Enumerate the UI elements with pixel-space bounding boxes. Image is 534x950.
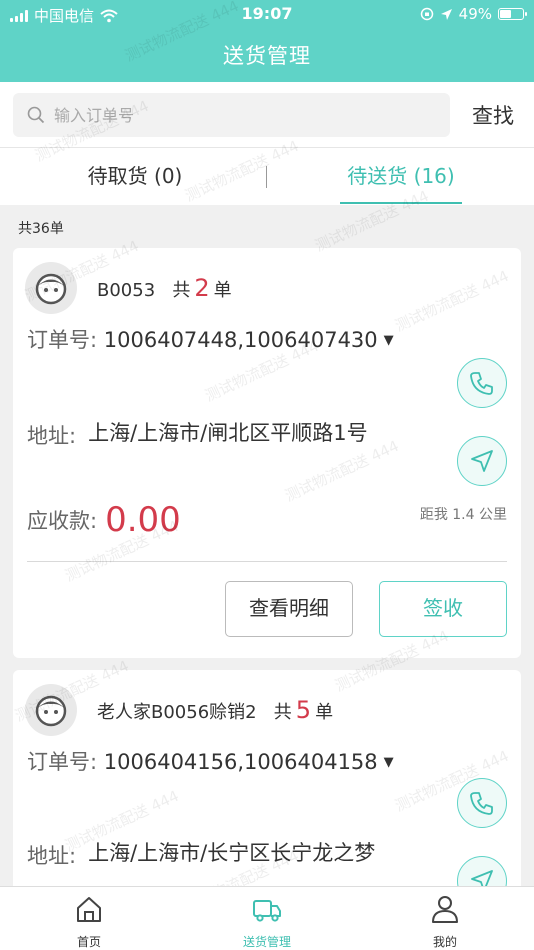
address-row: 地址: 上海/上海市/长宁区长宁龙之梦 bbox=[27, 840, 407, 870]
call-button[interactable] bbox=[457, 358, 507, 408]
search-box bbox=[13, 93, 450, 137]
status-tabs: 待取货 (0) 待送货 (16) bbox=[0, 147, 534, 205]
count-suffix: 单 bbox=[315, 702, 334, 723]
search-bar: 查找 bbox=[0, 82, 534, 147]
amount-value: 0.00 bbox=[105, 500, 181, 540]
navigation-arrow-icon bbox=[471, 450, 493, 472]
truck-icon bbox=[253, 900, 281, 922]
sign-receipt-button[interactable]: 签收 bbox=[379, 581, 507, 637]
avatar bbox=[25, 262, 77, 314]
view-details-button[interactable]: 查看明细 bbox=[225, 581, 353, 637]
tabbar-delivery[interactable]: 送货管理 bbox=[207, 893, 327, 950]
amount-row: 应收款: 0.00 bbox=[27, 500, 181, 540]
search-icon bbox=[27, 106, 45, 124]
battery-percent: 49% bbox=[458, 5, 492, 23]
status-bar: 中国电信 19:07 49% bbox=[0, 0, 534, 28]
customer-name: 老人家B0056赊销2 bbox=[97, 702, 257, 723]
tabbar-mine-label: 我的 bbox=[432, 935, 457, 949]
bottom-tab-bar: 首页 送货管理 我的 bbox=[0, 886, 534, 950]
rotation-lock-icon bbox=[420, 7, 433, 21]
order-numbers: 1006407448,1006407430 bbox=[103, 328, 378, 352]
count-suffix: 单 bbox=[213, 280, 232, 301]
order-numbers-label: 订单号: bbox=[27, 750, 98, 774]
order-total: 共36单 bbox=[18, 221, 64, 237]
caret-down-icon[interactable]: ▼ bbox=[384, 755, 394, 770]
order-count: 2 bbox=[194, 274, 210, 302]
address-label: 地址: bbox=[27, 424, 77, 448]
distance-label: 距我 1.4 公里 bbox=[419, 507, 507, 523]
customer-line: 老人家B0056赊销2 共5单 bbox=[97, 696, 333, 724]
battery-icon bbox=[498, 8, 527, 20]
header: 中国电信 19:07 49% 送货管理 bbox=[0, 0, 534, 82]
customer-line: B0053 共2单 bbox=[97, 274, 232, 302]
address-value: 上海/上海市/长宁区长宁龙之梦 bbox=[88, 841, 376, 865]
location-arrow-icon bbox=[440, 8, 452, 20]
order-numbers-label: 订单号: bbox=[27, 328, 98, 352]
tab-pending-delivery[interactable]: 待送货 (16) bbox=[340, 148, 462, 206]
search-button[interactable]: 查找 bbox=[472, 100, 514, 130]
order-numbers-row[interactable]: 订单号: 1006404156,1006404158 ▼ bbox=[27, 746, 394, 776]
order-numbers: 1006404156,1006404158 bbox=[103, 750, 378, 774]
avatar-face-icon bbox=[35, 695, 67, 727]
tabbar-mine[interactable]: 我的 bbox=[385, 893, 505, 950]
call-button[interactable] bbox=[457, 778, 507, 828]
phone-icon bbox=[470, 372, 493, 395]
avatar bbox=[25, 684, 77, 736]
amount-label: 应收款: bbox=[27, 509, 98, 533]
navigate-button[interactable] bbox=[457, 436, 507, 486]
home-icon bbox=[77, 897, 101, 922]
order-card: 老人家B0056赊销2 共5单 订单号: 1006404156,10064041… bbox=[13, 670, 521, 900]
order-numbers-row[interactable]: 订单号: 1006407448,1006407430 ▼ bbox=[27, 324, 394, 354]
page-title: 送货管理 bbox=[223, 44, 311, 68]
tab-divider bbox=[266, 166, 267, 188]
card-divider bbox=[27, 561, 507, 562]
order-count: 5 bbox=[295, 696, 312, 724]
count-prefix: 共 bbox=[273, 702, 292, 723]
address-label: 地址: bbox=[27, 844, 77, 868]
order-card: B0053 共2单 订单号: 1006407448,1006407430 ▼ 地址… bbox=[13, 248, 521, 658]
tab-pending-pickup[interactable]: 待取货 (0) bbox=[50, 148, 220, 206]
count-prefix: 共 bbox=[172, 280, 191, 301]
caret-down-icon[interactable]: ▼ bbox=[384, 333, 394, 348]
customer-name: B0053 bbox=[97, 280, 156, 301]
tabbar-delivery-label: 送货管理 bbox=[242, 935, 291, 949]
address-row: 地址: 上海/上海市/闸北区平顺路1号 bbox=[27, 420, 407, 450]
tabbar-home-label: 首页 bbox=[76, 935, 101, 949]
address-value: 上海/上海市/闸北区平顺路1号 bbox=[88, 421, 368, 445]
phone-icon bbox=[470, 792, 493, 815]
user-icon bbox=[432, 896, 458, 923]
tabbar-home[interactable]: 首页 bbox=[29, 893, 149, 950]
avatar-face-icon bbox=[35, 273, 67, 305]
order-search-input[interactable] bbox=[54, 105, 414, 125]
